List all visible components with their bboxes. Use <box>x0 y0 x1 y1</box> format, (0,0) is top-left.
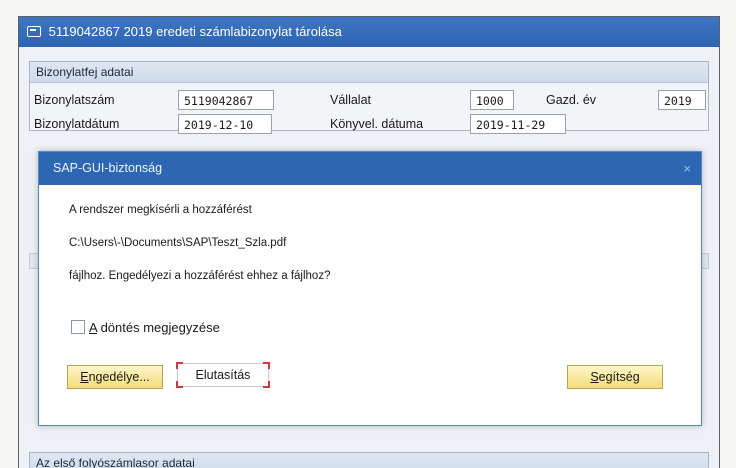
exit-icon[interactable] <box>27 26 41 37</box>
doc-number-label: Bizonylatszám <box>34 93 115 107</box>
dialog-file-path: C:\Users\-\Documents\SAP\Teszt_Szla.pdf <box>69 237 287 249</box>
help-hotkey: S <box>590 370 599 384</box>
doc-date-field[interactable]: 2019-12-10 <box>178 114 272 134</box>
company-field[interactable]: 1000 <box>470 90 514 110</box>
first-account-line-title: Az első folyószámlasor adatai <box>30 453 708 468</box>
doc-date-label: Bizonylatdátum <box>34 117 120 131</box>
allow-label: ngedélye... <box>88 370 150 384</box>
remember-decision-checkbox[interactable] <box>71 320 85 334</box>
allow-hotkey: E <box>80 370 89 384</box>
remember-label: döntés megjegyzése <box>96 320 220 335</box>
header-group-title: Bizonylatfej adatai <box>30 62 708 83</box>
focus-corner <box>176 381 183 388</box>
dialog-titlebar: SAP-GUI-biztonság × <box>39 152 701 185</box>
remember-decision-row[interactable]: A döntés megjegyzése <box>71 320 220 335</box>
first-account-line-group: Az első folyószámlasor adatai <box>29 452 709 468</box>
doc-number-field[interactable]: 5119042867 <box>178 90 274 110</box>
allow-button[interactable]: Engedélye... <box>67 365 163 389</box>
posting-date-field[interactable]: 2019-11-29 <box>470 114 566 134</box>
help-label: egítség <box>598 370 640 384</box>
focus-corner <box>263 381 270 388</box>
dialog-message-line3: fájlhoz. Engedélyezi a hozzáférést ehhez… <box>69 270 331 282</box>
window-titlebar: 5119042867 2019 eredeti számlabizonylat … <box>19 17 719 47</box>
header-data-group: Bizonylatfej adatai Bizonylatszám 511904… <box>29 61 709 134</box>
window-title: 5119042867 2019 eredeti számlabizonylat … <box>48 24 342 39</box>
company-label: Vállalat <box>330 93 371 107</box>
remember-hotkey: A <box>89 320 97 335</box>
deny-label: Elutasítás <box>195 368 251 382</box>
dialog-title: SAP-GUI-biztonság <box>53 161 163 175</box>
close-icon[interactable]: × <box>683 152 691 185</box>
fiscal-year-field[interactable]: 2019 <box>658 90 706 110</box>
deny-button[interactable]: Elutasítás <box>176 362 270 388</box>
security-dialog: SAP-GUI-biztonság × A rendszer megkísérl… <box>38 151 702 426</box>
fiscal-year-label: Gazd. év <box>546 93 597 107</box>
focus-corner <box>176 362 183 369</box>
focus-corner <box>263 362 270 369</box>
dialog-message-line1: A rendszer megkísérli a hozzáférést <box>69 204 252 216</box>
posting-date-label: Könyvel. dátuma <box>330 117 424 131</box>
help-button[interactable]: Segítség <box>567 365 663 389</box>
